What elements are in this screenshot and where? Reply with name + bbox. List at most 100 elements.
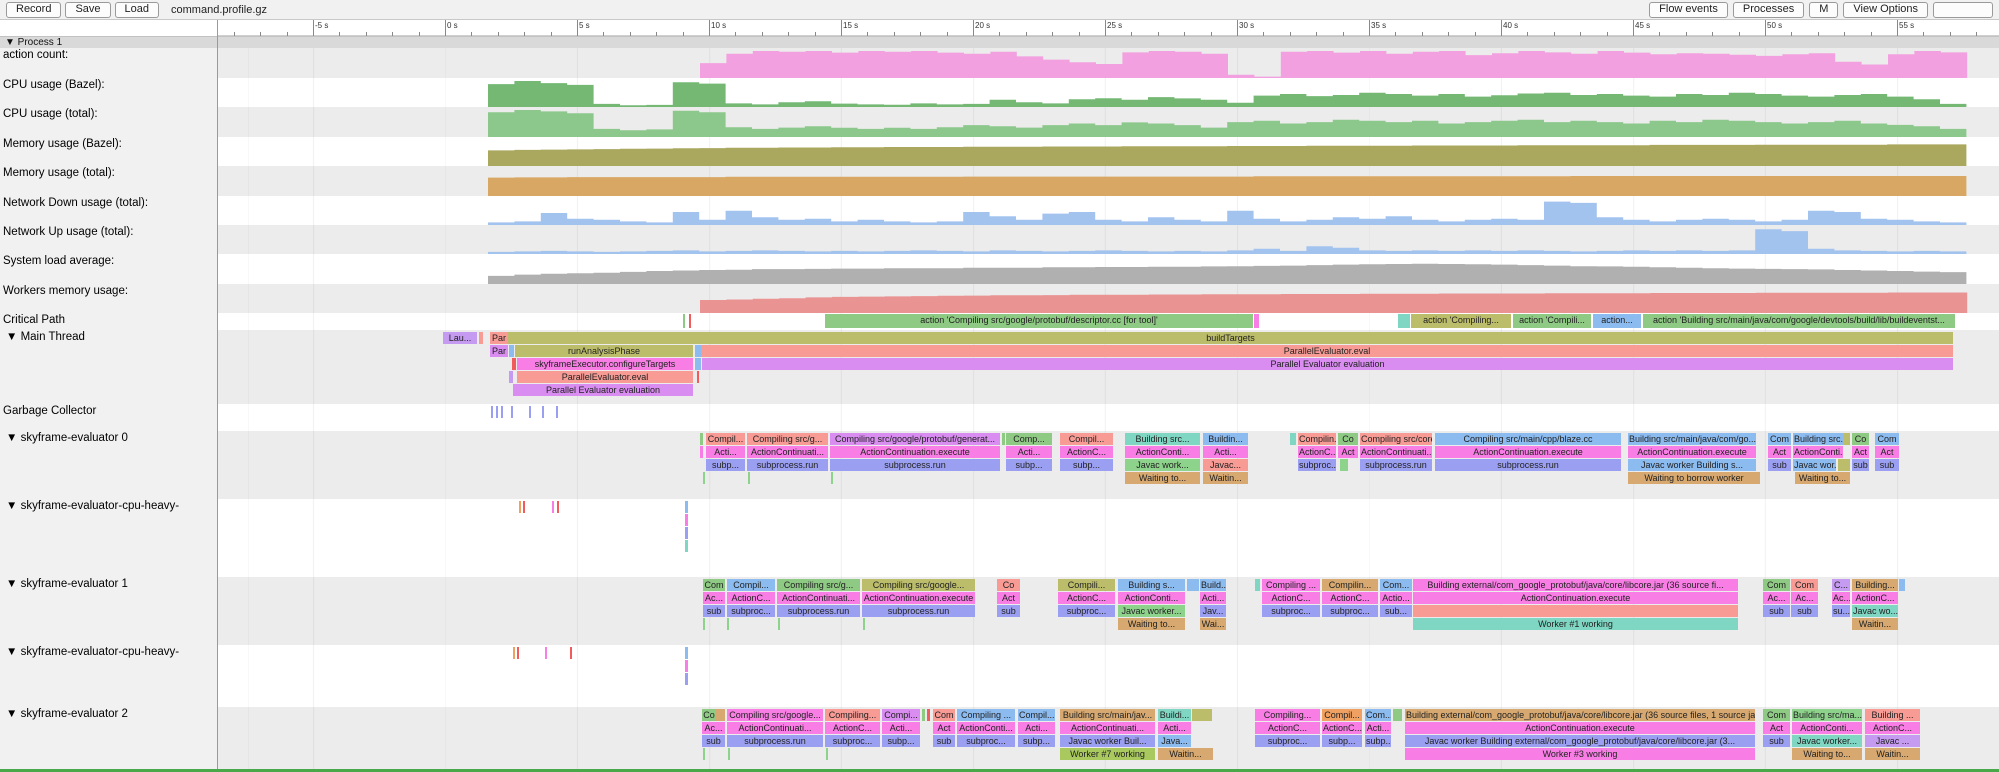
trace-span[interactable] <box>1290 433 1296 445</box>
trace-span[interactable]: Compil... <box>1322 709 1362 721</box>
trace-span[interactable]: Building src/main/jav... <box>1060 709 1155 721</box>
trace-span[interactable]: subp... <box>882 735 920 747</box>
trace-span[interactable]: Building src/main/java/com/go... <box>1628 433 1756 445</box>
trace-span[interactable] <box>831 472 833 484</box>
trace-span[interactable]: Compiling src/main/cpp/blaze.cc <box>1435 433 1621 445</box>
trace-span[interactable]: Wai... <box>1200 618 1226 630</box>
trace-span[interactable]: subprocess.run <box>727 735 823 747</box>
trace-span[interactable] <box>922 709 925 721</box>
trace-span[interactable]: ActionC... <box>1298 446 1336 458</box>
trace-span[interactable]: Ac... <box>1791 592 1818 604</box>
trace-span[interactable]: Javac wo... <box>1852 605 1898 617</box>
trace-span[interactable]: Buildin... <box>1203 433 1248 445</box>
trace-span[interactable]: Buildi... <box>1158 709 1191 721</box>
workers-mem-chart[interactable] <box>218 284 1999 313</box>
trace-span[interactable]: sub <box>1763 735 1790 747</box>
trace-span[interactable]: su... <box>1832 605 1850 617</box>
trace-span[interactable]: sub <box>1768 459 1791 471</box>
trace-span[interactable]: Javac ... <box>1865 735 1920 747</box>
trace-span[interactable]: ActionC... <box>1322 722 1362 734</box>
mem-bazel-chart[interactable] <box>218 137 1999 166</box>
trace-span[interactable]: ParallelEvaluator.eval <box>517 371 693 383</box>
trace-span[interactable]: Ac... <box>703 592 725 604</box>
trace-span[interactable]: Building src/ma... <box>1792 709 1862 721</box>
trace-span[interactable]: Compiling ... <box>957 709 1015 721</box>
trace-span[interactable] <box>491 406 493 418</box>
trace-span[interactable]: Waiting to borrow worker <box>1628 472 1760 484</box>
trace-span[interactable]: ActionContinuation.execute <box>1628 446 1756 458</box>
trace-span[interactable] <box>685 527 688 539</box>
trace-span[interactable] <box>1254 314 1259 328</box>
trace-span[interactable]: Compiling src/google... <box>862 579 975 591</box>
trace-span[interactable]: runAnalysisPhase <box>515 345 693 357</box>
trace-span[interactable] <box>556 406 558 418</box>
trace-span[interactable]: action 'Building src/main/java/com/googl… <box>1643 314 1955 328</box>
trace-span[interactable] <box>1398 314 1410 328</box>
trace-span[interactable]: Build... <box>1200 579 1226 591</box>
trace-span[interactable] <box>479 332 483 344</box>
trace-span[interactable]: Compil... <box>1018 709 1055 721</box>
trace-span[interactable]: Compiling src/google/protobuf/generat... <box>830 433 1000 445</box>
sys-load-chart[interactable] <box>218 254 1999 284</box>
trace-span[interactable] <box>685 673 688 685</box>
trace-span[interactable] <box>501 406 503 418</box>
trace-span[interactable]: Javac worker... <box>1118 605 1185 617</box>
trace-span[interactable]: Ac... <box>1763 592 1790 604</box>
trace-span[interactable] <box>542 406 544 418</box>
trace-span[interactable]: subprocess.run <box>1435 459 1621 471</box>
trace-span[interactable]: Building... <box>1852 579 1898 591</box>
trace-span[interactable] <box>523 501 525 513</box>
trace-span[interactable] <box>685 514 688 526</box>
trace-span[interactable]: Javac worker... <box>1792 735 1862 747</box>
trace-span[interactable]: Ac... <box>702 722 725 734</box>
trace-span[interactable] <box>700 446 703 458</box>
trace-span[interactable] <box>748 472 750 484</box>
trace-span[interactable]: Co <box>1338 433 1358 445</box>
trace-span[interactable] <box>511 406 513 418</box>
trace-span[interactable] <box>1899 579 1905 591</box>
net-down-chart[interactable] <box>218 196 1999 225</box>
trace-span[interactable]: subprocess.run <box>830 459 1000 471</box>
trace-span[interactable] <box>685 540 688 552</box>
trace-span[interactable]: Parallel Evaluator evaluation <box>702 358 1953 370</box>
trace-span[interactable]: Compiling src/google... <box>727 709 823 721</box>
trace-span[interactable]: subproc... <box>957 735 1015 747</box>
track-label-skyframe-evaluator-2[interactable]: ▼ skyframe-evaluator 2 <box>0 708 217 720</box>
trace-span[interactable]: ActionContinuation.execute <box>830 446 1000 458</box>
trace-span[interactable] <box>557 501 559 513</box>
trace-span[interactable]: ActionC... <box>1060 446 1113 458</box>
trace-span[interactable]: ActionContinuati... <box>747 446 828 458</box>
trace-span[interactable]: Act <box>1852 446 1869 458</box>
trace-span[interactable]: action 'Compiling src/google/protobuf/de… <box>825 314 1253 328</box>
trace-span[interactable]: sub <box>997 605 1020 617</box>
trace-span[interactable]: Compil... <box>727 579 775 591</box>
trace-span[interactable]: subp... <box>1060 459 1113 471</box>
trace-span[interactable]: Javac wor... <box>1793 459 1836 471</box>
trace-span[interactable]: ActionConti... <box>1792 722 1862 734</box>
trace-span[interactable]: Compiling src/g... <box>747 433 828 445</box>
track-label-skyframe-evaluator-cpu-heavy-2[interactable]: ▼ skyframe-evaluator-cpu-heavy- <box>0 646 217 658</box>
trace-span[interactable]: Com... <box>1380 579 1412 591</box>
trace-span[interactable] <box>552 501 554 513</box>
trace-span[interactable]: Building src... <box>1125 433 1200 445</box>
trace-span[interactable]: ActionContinuati... <box>777 592 860 604</box>
trace-span[interactable]: subp... <box>1018 735 1055 747</box>
trace-span[interactable]: ActionContinuati... <box>1360 446 1432 458</box>
trace-span[interactable]: sub <box>1763 605 1790 617</box>
trace-span[interactable]: sub <box>933 735 955 747</box>
trace-span[interactable]: sub <box>702 735 725 747</box>
trace-span[interactable]: Java... <box>1158 735 1191 747</box>
trace-span[interactable] <box>700 433 703 445</box>
trace-span[interactable]: Building external/com_google_protobuf/ja… <box>1405 709 1755 721</box>
trace-span[interactable]: C... <box>1832 579 1850 591</box>
trace-span[interactable]: Compiling src/g... <box>777 579 860 591</box>
trace-span[interactable]: Building src... <box>1793 433 1843 445</box>
trace-span[interactable]: Javac work... <box>1125 459 1200 471</box>
trace-span[interactable]: Act <box>933 722 955 734</box>
trace-span[interactable]: Compiling ... <box>1262 579 1320 591</box>
trace-span[interactable]: Com <box>1763 579 1790 591</box>
trace-span[interactable]: Building external/com_google_protobuf/ja… <box>1413 579 1738 591</box>
trace-span[interactable]: action 'Compiling... <box>1411 314 1511 328</box>
trace-span[interactable]: subproc... <box>1255 735 1320 747</box>
trace-span[interactable]: Compiling... <box>1255 709 1320 721</box>
